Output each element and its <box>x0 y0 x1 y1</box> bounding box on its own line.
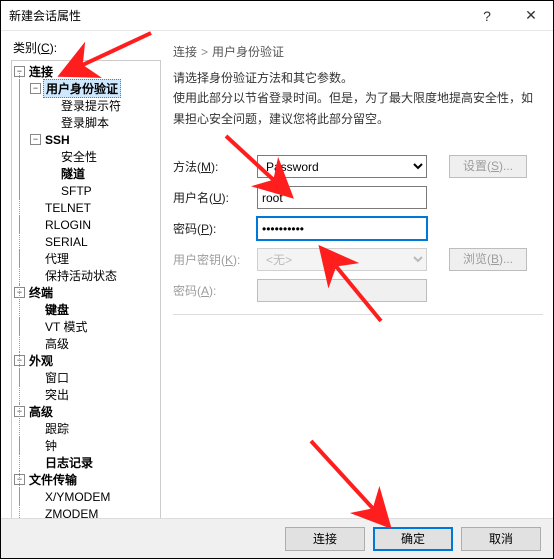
tree-item-auth[interactable]: −用户身份验证 <box>12 80 160 97</box>
tree-item-bell[interactable]: 钟 <box>12 437 160 454</box>
method-select[interactable]: Password <box>257 155 427 178</box>
tree-item-proxy[interactable]: 代理 <box>12 250 160 267</box>
left-column: 类别(C): −连接 −用户身份验证 登录提示符 登录脚本 −SSH <box>11 37 161 519</box>
collapse-icon[interactable]: − <box>14 406 25 417</box>
row-username: 用户名(U): <box>173 186 543 209</box>
tree-item-telnet[interactable]: TELNET <box>12 199 160 216</box>
tree-item-highlight[interactable]: 突出 <box>12 386 160 403</box>
tree-item-advanced[interactable]: −高级 <box>12 403 160 420</box>
divider <box>173 314 543 315</box>
breadcrumb: 连接>用户身份验证 <box>173 37 543 68</box>
tree-item-logging[interactable]: 日志记录 <box>12 454 160 471</box>
settings-button: 设置(S)... <box>449 155 527 178</box>
collapse-icon[interactable]: − <box>14 287 25 298</box>
window-title: 新建会话属性 <box>9 7 81 24</box>
collapse-icon[interactable]: − <box>14 355 25 366</box>
tree-item-login-script[interactable]: 登录脚本 <box>12 114 160 131</box>
category-tree[interactable]: −连接 −用户身份验证 登录提示符 登录脚本 −SSH 安全性 隧道 <box>11 60 161 530</box>
close-icon: ✕ <box>525 7 537 24</box>
category-label: 类别(C): <box>13 39 161 56</box>
close-button[interactable]: ✕ <box>509 1 553 31</box>
tree-item-trace[interactable]: 跟踪 <box>12 420 160 437</box>
tree-item-ssh[interactable]: −SSH <box>12 131 160 148</box>
collapse-icon[interactable]: − <box>14 66 25 77</box>
tree-item-keyboard[interactable]: 键盘 <box>12 301 160 318</box>
content-area: 类别(C): −连接 −用户身份验证 登录提示符 登录脚本 −SSH <box>1 31 553 519</box>
label-username: 用户名(U): <box>173 189 257 206</box>
tree-item-vtmode[interactable]: VT 模式 <box>12 318 160 335</box>
ok-button[interactable]: 确定 <box>373 527 453 551</box>
help-icon: ? <box>483 8 491 24</box>
tree-item-terminal[interactable]: −终端 <box>12 284 160 301</box>
tree-item-adv-term[interactable]: 高级 <box>12 335 160 352</box>
footer: 连接 确定 取消 <box>1 518 553 558</box>
collapse-icon[interactable]: − <box>30 83 41 94</box>
collapse-icon[interactable]: − <box>14 474 25 485</box>
label-userkey: 用户密钥(K): <box>173 251 257 268</box>
tree-item-serial[interactable]: SERIAL <box>12 233 160 250</box>
label-method: 方法(M): <box>173 158 257 175</box>
tree-item-keepalive[interactable]: 保持活动状态 <box>12 267 160 284</box>
label-passphrase: 密码(A): <box>173 282 257 299</box>
tree-item-login-prompt[interactable]: 登录提示符 <box>12 97 160 114</box>
tree-item-tunnel[interactable]: 隧道 <box>12 165 160 182</box>
password-input[interactable] <box>257 217 427 240</box>
tree-item-auth-label: 用户身份验证 <box>43 79 121 98</box>
description: 请选择身份验证方法和其它参数。 使用此部分以节省登录时间。但是，为了最大限度地提… <box>173 68 543 129</box>
row-password: 密码(P): <box>173 217 543 240</box>
tree-item-sftp[interactable]: SFTP <box>12 182 160 199</box>
browse-button: 浏览(B)... <box>449 248 527 271</box>
label-password: 密码(P): <box>173 220 257 237</box>
tree-item-xymodem[interactable]: X/YMODEM <box>12 488 160 505</box>
tree-item-appearance[interactable]: −外观 <box>12 352 160 369</box>
collapse-icon[interactable]: − <box>30 134 41 145</box>
connect-button[interactable]: 连接 <box>285 527 365 551</box>
row-method: 方法(M): Password 设置(S)... <box>173 155 543 178</box>
userkey-select: <无> <box>257 248 427 271</box>
tree-item-window[interactable]: 窗口 <box>12 369 160 386</box>
help-button[interactable]: ? <box>465 1 509 31</box>
passphrase-input <box>257 279 427 302</box>
row-passphrase: 密码(A): <box>173 279 543 302</box>
right-panel: 连接>用户身份验证 请选择身份验证方法和其它参数。 使用此部分以节省登录时间。但… <box>161 37 543 519</box>
tree-item-filetransfer[interactable]: −文件传输 <box>12 471 160 488</box>
row-userkey: 用户密钥(K): <无> 浏览(B)... <box>173 248 543 271</box>
tree-item-rlogin[interactable]: RLOGIN <box>12 216 160 233</box>
username-input[interactable] <box>257 186 427 209</box>
tree-item-security[interactable]: 安全性 <box>12 148 160 165</box>
cancel-button[interactable]: 取消 <box>461 527 541 551</box>
titlebar: 新建会话属性 ? ✕ <box>1 1 553 31</box>
tree-item-connect[interactable]: −连接 <box>12 63 160 80</box>
